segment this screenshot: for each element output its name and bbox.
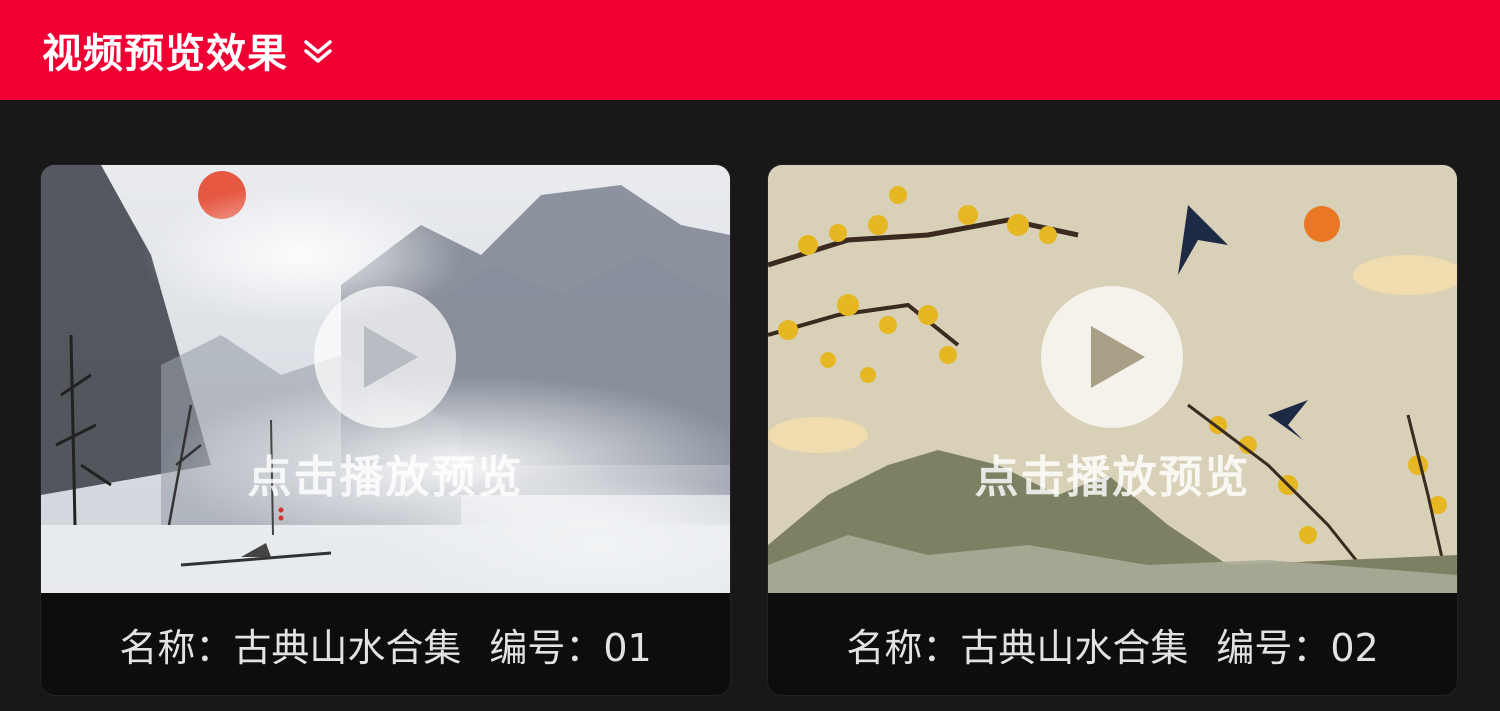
double-chevron-down-icon[interactable] [302, 38, 334, 66]
video-thumbnail[interactable]: 点击播放预览 [41, 165, 730, 593]
page-title: 视频预览效果 [42, 31, 288, 77]
play-preview-label: 点击播放预览 [974, 452, 1251, 503]
play-icon [1091, 326, 1145, 388]
video-name: 名称：古典山水合集 [846, 625, 1189, 670]
video-number: 编号：02 [1216, 625, 1379, 670]
play-button[interactable] [1041, 286, 1183, 428]
play-button[interactable] [314, 286, 456, 428]
video-number: 编号：01 [489, 625, 652, 670]
card-caption: 名称：古典山水合集 编号：01 [41, 593, 730, 695]
card-caption: 名称：古典山水合集 编号：02 [768, 593, 1457, 695]
video-card[interactable]: 点击播放预览 名称：古典山水合集 编号：01 [41, 165, 730, 695]
video-card[interactable]: 点击播放预览 名称：古典山水合集 编号：02 [768, 165, 1457, 695]
header-bar: 视频预览效果 [0, 0, 1500, 100]
video-name: 名称：古典山水合集 [119, 625, 462, 670]
play-icon [364, 326, 418, 388]
play-preview-label: 点击播放预览 [247, 452, 524, 503]
video-thumbnail[interactable]: 点击播放预览 [768, 165, 1457, 593]
